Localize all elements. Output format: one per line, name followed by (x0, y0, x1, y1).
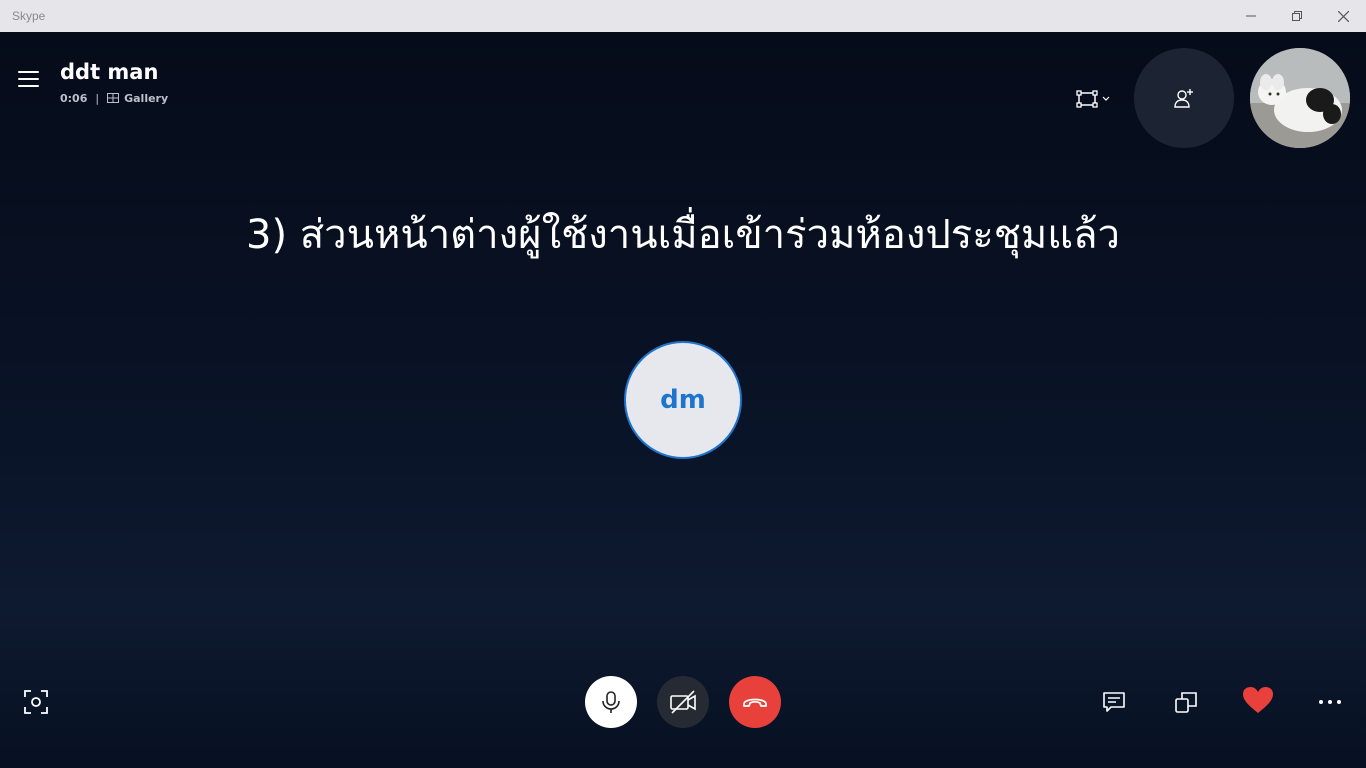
add-people-icon (1174, 89, 1193, 108)
call-title: ddt man (60, 60, 159, 84)
more-options-button[interactable] (1314, 688, 1346, 716)
react-button[interactable] (1240, 684, 1276, 716)
call-duration: 0:06 (60, 91, 88, 105)
chat-button[interactable] (1100, 688, 1128, 716)
menu-icon[interactable] (18, 70, 40, 90)
minimize-icon (1246, 15, 1256, 17)
close-button[interactable] (1320, 0, 1366, 32)
separator: | (95, 91, 100, 105)
microphone-icon (602, 691, 620, 713)
layout-icon (1076, 90, 1110, 108)
view-mode-label[interactable]: Gallery (124, 92, 168, 105)
snapshot-button[interactable] (20, 686, 52, 718)
heart-icon (1243, 687, 1273, 713)
slide-caption: 3) ส่วนหน้าต่างผู้ใช้งานเมื่อเข้าร่วมห้อ… (246, 212, 1120, 258)
cat-photo (1250, 48, 1350, 148)
share-screen-icon (1175, 692, 1197, 713)
restore-icon (1292, 11, 1302, 21)
call-stage: ddt man 0:06 | Gallery 3) ส่วนหน้าต่างผู… (0, 32, 1366, 768)
participant-avatar[interactable]: dm (624, 341, 742, 459)
snapshot-icon (24, 690, 48, 714)
add-people-button[interactable] (1134, 48, 1234, 148)
share-screen-button[interactable] (1172, 688, 1200, 716)
hang-up-icon (743, 698, 767, 707)
mute-button[interactable] (585, 676, 637, 728)
self-avatar[interactable] (1250, 48, 1350, 148)
restore-button[interactable] (1274, 0, 1320, 32)
app-title: Skype (12, 9, 46, 23)
gallery-icon (107, 93, 120, 103)
video-toggle-button[interactable] (657, 676, 709, 728)
title-bar: Skype (0, 0, 1366, 32)
layout-button[interactable] (1074, 88, 1114, 110)
video-off-icon (670, 690, 696, 714)
hang-up-button[interactable] (729, 676, 781, 728)
chat-icon (1103, 692, 1125, 712)
minimize-button[interactable] (1228, 0, 1274, 32)
close-icon (1337, 10, 1349, 22)
more-icon (1319, 700, 1341, 704)
call-info: 0:06 | Gallery (60, 90, 168, 106)
